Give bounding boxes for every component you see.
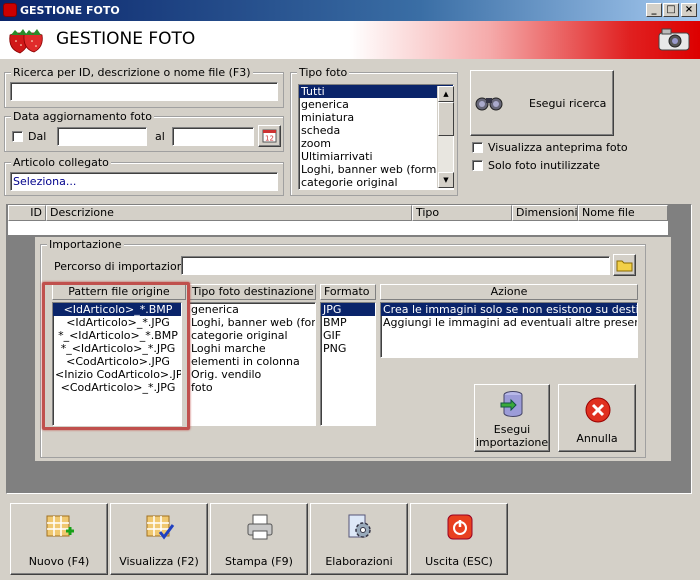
folder-icon — [616, 260, 633, 272]
format-item[interactable]: BMP — [321, 316, 375, 329]
database-import-icon — [500, 391, 523, 417]
dest-list[interactable]: genericaLoghi, banner web (formatcategor… — [188, 302, 316, 426]
close-button[interactable]: × — [681, 3, 697, 17]
photo-type-item[interactable]: categorie original — [299, 176, 453, 189]
scroll-thumb[interactable] — [438, 102, 454, 136]
print-button[interactable]: Stampa (F9) — [210, 503, 308, 575]
photo-type-scrollbar[interactable]: ▲ ▼ — [437, 86, 454, 188]
dest-type-item[interactable]: Orig. vendilo — [189, 368, 315, 381]
header-banner: GESTIONE FOTO — [0, 21, 700, 59]
photo-type-item[interactable]: Tutti — [299, 85, 453, 98]
minimize-button[interactable]: _ — [646, 3, 662, 17]
unused-label: Solo foto inutilizzate — [488, 159, 600, 172]
action-list[interactable]: Crea le immagini solo se non esistono su… — [380, 302, 638, 358]
photo-type-legend: Tipo foto — [297, 66, 350, 79]
run-import-label-2: importazione — [475, 436, 549, 449]
dest-type-item[interactable]: Loghi, banner web (format — [189, 316, 315, 329]
exit-button[interactable]: Uscita (ESC) — [410, 503, 508, 575]
scroll-up-button[interactable]: ▲ — [438, 86, 454, 102]
new-record-icon — [46, 515, 74, 537]
camera-icon — [658, 28, 690, 51]
run-import-button[interactable]: Esegui importazione — [474, 384, 550, 452]
date-from-input[interactable] — [57, 127, 147, 146]
gears-icon — [348, 514, 371, 538]
col-header-description[interactable]: Descrizione — [46, 205, 412, 221]
calendar-button[interactable]: 12 — [258, 125, 281, 147]
date-to-input[interactable] — [172, 127, 254, 146]
page-title: GESTIONE FOTO — [56, 29, 196, 49]
import-path-label: Percorso di importazione : — [54, 260, 198, 273]
action-item[interactable]: Crea le immagini solo se non esistono su… — [381, 303, 637, 316]
photo-type-item[interactable]: zoom — [299, 137, 453, 150]
photo-type-list[interactable]: Tutti generica miniatura scheda zoom Ultimiar… — [298, 84, 454, 190]
photo-type-item[interactable]: Ultimiarrivati — [299, 150, 453, 163]
scroll-down-button[interactable]: ▼ — [438, 172, 454, 188]
search-button-label: Esegui ricerca — [529, 97, 607, 110]
action-header[interactable]: Azione — [380, 284, 638, 300]
window-titlebar: GESTIONE FOTO _ □ × — [0, 0, 700, 21]
import-path-input[interactable] — [181, 256, 610, 275]
dest-type-item[interactable]: generica — [189, 303, 315, 316]
view-record-icon — [146, 515, 175, 540]
printer-icon — [247, 514, 273, 540]
dest-type-item[interactable]: foto — [189, 381, 315, 394]
format-item[interactable]: PNG — [321, 342, 375, 355]
search-input[interactable] — [10, 82, 278, 101]
col-header-dimensions[interactable]: Dimensioni — [512, 205, 578, 221]
dest-type-item[interactable]: categorie original — [189, 329, 315, 342]
cancel-icon — [585, 397, 611, 423]
dest-type-item[interactable]: elementi in colonna — [189, 355, 315, 368]
window-title: GESTIONE FOTO — [20, 4, 120, 17]
maximize-button[interactable]: □ — [663, 3, 679, 17]
col-header-filename[interactable]: Nome file — [578, 205, 668, 221]
photo-type-item[interactable]: generica — [299, 98, 453, 111]
svg-text:12: 12 — [265, 135, 274, 143]
photo-type-item[interactable]: miniatura — [299, 111, 453, 124]
power-icon — [447, 514, 473, 540]
article-legend: Articolo collegato — [11, 156, 111, 169]
dest-header[interactable]: Tipo foto destinazione — [188, 284, 316, 300]
new-button-label: Nuovo (F4) — [28, 555, 90, 568]
process-button-label: Elaborazioni — [325, 555, 393, 568]
format-item[interactable]: JPG — [321, 303, 375, 316]
grid-empty-row[interactable] — [8, 221, 668, 235]
highlight-box — [42, 282, 190, 430]
strawberry-icon — [9, 29, 43, 54]
photo-type-item[interactable]: Loghi, banner web (formato — [299, 163, 453, 176]
action-item[interactable]: Aggiungi le immagini ad eventuali altre … — [381, 316, 637, 329]
search-button[interactable]: Esegui ricerca — [470, 70, 614, 136]
dest-type-item[interactable]: Loghi marche — [189, 342, 315, 355]
search-legend: Ricerca per ID, descrizione o nome file … — [11, 66, 253, 79]
date-checkbox[interactable] — [12, 131, 23, 142]
date-legend: Data aggiornamento foto — [11, 110, 154, 123]
print-button-label: Stampa (F9) — [225, 555, 293, 568]
run-import-label-1: Esegui — [493, 423, 531, 436]
photo-type-item[interactable]: scheda — [299, 124, 453, 137]
view-button-label: Visualizza (F2) — [119, 555, 199, 568]
exit-button-label: Uscita (ESC) — [425, 555, 493, 568]
format-header[interactable]: Formato — [320, 284, 376, 300]
process-button[interactable]: Elaborazioni — [310, 503, 408, 575]
new-button[interactable]: Nuovo (F4) — [10, 503, 108, 575]
browse-folder-button[interactable] — [613, 254, 636, 276]
cancel-label: Annulla — [576, 432, 618, 445]
binoculars-icon — [475, 97, 503, 111]
date-to-label: al — [155, 130, 165, 143]
format-list[interactable]: JPG BMP GIF PNG — [320, 302, 376, 426]
cancel-button[interactable]: Annulla — [558, 384, 636, 452]
article-select[interactable]: Seleziona... — [10, 172, 278, 191]
preview-label: Visualizza anteprima foto — [488, 141, 628, 154]
col-header-id[interactable]: ID — [8, 205, 46, 221]
view-button[interactable]: Visualizza (F2) — [110, 503, 208, 575]
unused-checkbox[interactable] — [472, 160, 483, 171]
app-icon — [3, 3, 17, 17]
format-item[interactable]: GIF — [321, 329, 375, 342]
col-header-type[interactable]: Tipo — [412, 205, 512, 221]
preview-checkbox[interactable] — [472, 142, 483, 153]
import-legend: Importazione — [47, 238, 124, 251]
date-from-label: Dal — [28, 130, 47, 143]
calendar-icon: 12 — [262, 129, 277, 143]
